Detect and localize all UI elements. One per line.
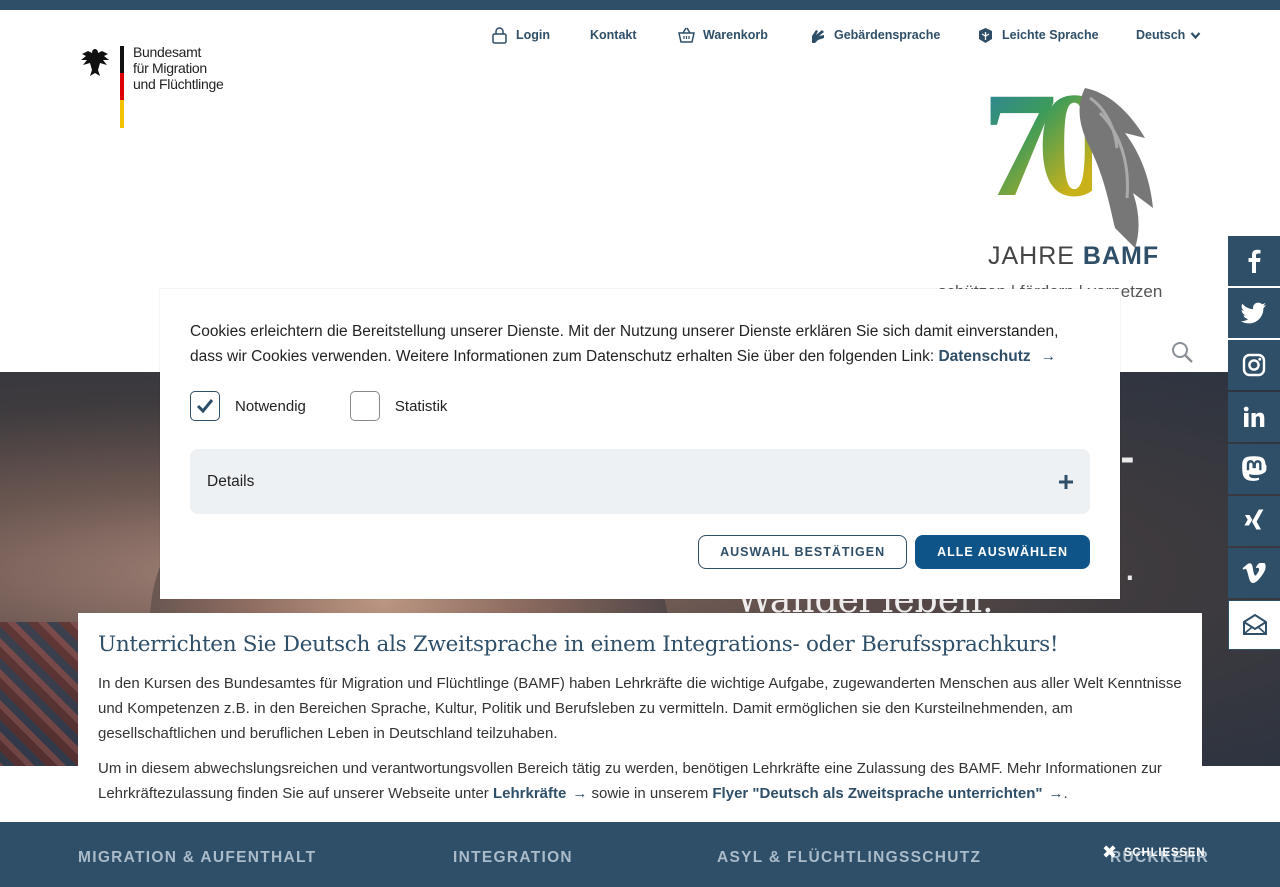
top-accent-bar	[0, 0, 1280, 10]
vimeo-icon	[1242, 563, 1266, 583]
cookie-buttons: AUSWAHL BESTÄTIGEN ALLE AUSWÄHLEN	[698, 535, 1090, 569]
contact-link[interactable]: Kontakt	[590, 24, 637, 46]
checkbox-necessary-label: Notwendig	[235, 397, 306, 415]
info-heading: Unterrichten Sie Deutsch als Zweitsprach…	[98, 632, 1059, 657]
cookie-message: Cookies erleichtern die Bereitstellung u…	[190, 319, 1090, 369]
footer-link-migration[interactable]: MIGRATION & AUFENTHALT	[78, 849, 316, 867]
bamf-logo[interactable]: Bundesamt für Migration und Flüchtlinge	[80, 44, 230, 130]
xing-icon	[1244, 509, 1264, 530]
info-paragraph-2-middle: sowie in unserem	[591, 785, 709, 802]
facebook-icon	[1248, 249, 1261, 273]
sign-language-icon	[812, 29, 824, 43]
teacher-info-box: Unterrichten Sie Deutsch als Zweitsprach…	[78, 613, 1202, 835]
eagle-wing-icon	[1079, 88, 1153, 248]
cart-label: Warenkorb	[703, 28, 768, 42]
language-select[interactable]: Deutsch	[1136, 24, 1201, 46]
footer-navigation: MIGRATION & AUFENTHALT INTEGRATION ASYL …	[0, 822, 1280, 887]
linkedin-icon	[1243, 406, 1265, 427]
checkbox-statistics[interactable]: Statistik	[349, 391, 448, 421]
teachers-link-label: Lehrkräfte	[492, 785, 567, 802]
search-icon[interactable]	[1170, 340, 1194, 364]
cookie-category-checkboxes: Notwendig Statistik	[190, 391, 491, 421]
info-paragraph-2-end: .	[1063, 785, 1068, 802]
details-label: Details	[207, 472, 255, 490]
social-sidebar	[1228, 236, 1280, 652]
easy-language-icon	[979, 27, 992, 43]
login-label: Login	[516, 28, 551, 42]
checkbox-necessary[interactable]: Notwendig	[190, 391, 306, 421]
newsletter-icon	[1242, 614, 1267, 635]
federal-eagle-icon	[81, 49, 109, 76]
chevron-down-icon	[1191, 31, 1201, 39]
arrow-right-icon: →	[572, 785, 588, 802]
checkbox-statistics-box[interactable]	[349, 391, 380, 421]
close-icon: ✖	[1102, 842, 1118, 862]
sign-language-link[interactable]: Gebärdensprache	[809, 24, 940, 46]
flyer-link[interactable]: Flyer "Deutsch als Zweitsprache unterric…	[712, 785, 1063, 802]
logo-line: für Migration	[133, 60, 207, 76]
lock-icon	[492, 26, 507, 44]
language-label: Deutsch	[1136, 28, 1186, 42]
service-navigation: Login Kontakt Warenkorb Gebärdensprache …	[0, 24, 1280, 48]
teachers-link[interactable]: Lehrkräfte →	[493, 785, 587, 802]
instagram-icon	[1242, 353, 1266, 377]
flag-bar	[120, 46, 124, 128]
jahre-text: JAHRE	[988, 242, 1075, 270]
easy-language-label: Leichte Sprache	[1002, 28, 1099, 42]
details-accordion[interactable]: Details	[190, 449, 1090, 514]
logo-line: und Flüchtlinge	[133, 76, 224, 92]
cookie-message-text: Cookies erleichtern die Bereitstellung u…	[190, 323, 1059, 365]
close-label: SCHLIESSEN	[1123, 846, 1206, 859]
arrow-right-icon: →	[1048, 785, 1064, 802]
facebook-button[interactable]	[1228, 236, 1280, 286]
twitter-button[interactable]	[1228, 288, 1280, 338]
anniversary-years: JAHRE BAMF	[988, 242, 1159, 271]
select-all-button[interactable]: ALLE AUSWÄHLEN	[915, 535, 1090, 569]
close-button[interactable]: ✖ SCHLIESSEN	[1102, 842, 1205, 863]
mastodon-icon	[1242, 456, 1267, 481]
login-link[interactable]: Login	[491, 24, 550, 46]
privacy-link[interactable]: Datenschutz →	[938, 348, 1056, 365]
linkedin-button[interactable]	[1228, 392, 1280, 442]
checkbox-necessary-box[interactable]	[190, 391, 220, 421]
easy-language-link[interactable]: Leichte Sprache	[977, 24, 1099, 46]
confirm-selection-button[interactable]: AUSWAHL BESTÄTIGEN	[698, 535, 908, 569]
checkbox-statistics-label: Statistik	[394, 397, 448, 415]
cart-link[interactable]: Warenkorb	[678, 24, 768, 46]
logo-text: Bundesamt für Migration und Flüchtlinge	[133, 44, 224, 92]
contact-label: Kontakt	[590, 28, 637, 42]
info-paragraph-2: Um in diesem abwechslungsreichen und ver…	[98, 756, 1182, 806]
twitter-icon	[1241, 302, 1266, 324]
basket-icon	[678, 27, 695, 43]
mastodon-button[interactable]	[1228, 444, 1280, 494]
checkmark-icon	[196, 399, 214, 414]
footer-link-integration[interactable]: INTEGRATION	[453, 849, 573, 867]
privacy-link-label: Datenschutz	[938, 348, 1031, 365]
xing-button[interactable]	[1228, 496, 1280, 546]
cookie-consent-dialog: Cookies erleichtern die Bereitstellung u…	[160, 289, 1120, 599]
flyer-link-label: Flyer "Deutsch als Zweitsprache unterric…	[712, 785, 1043, 802]
anniversary-logo: 70 JAHRE BAMF schützen | fördern | verne…	[930, 70, 1210, 304]
newsletter-button[interactable]	[1228, 600, 1280, 650]
bamf-text: BAMF	[1082, 242, 1160, 270]
footer-link-asylum[interactable]: ASYL & FLÜCHTLINGSSCHUTZ	[717, 849, 981, 867]
instagram-button[interactable]	[1228, 340, 1280, 390]
plus-icon	[1059, 474, 1073, 489]
info-paragraph-1: In den Kursen des Bundesamtes für Migrat…	[98, 675, 1182, 742]
sign-language-label: Gebärdensprache	[834, 28, 941, 42]
hero-line2-fragment: .	[1124, 542, 1136, 589]
arrow-right-icon: →	[1040, 348, 1057, 365]
vimeo-button[interactable]	[1228, 548, 1280, 598]
